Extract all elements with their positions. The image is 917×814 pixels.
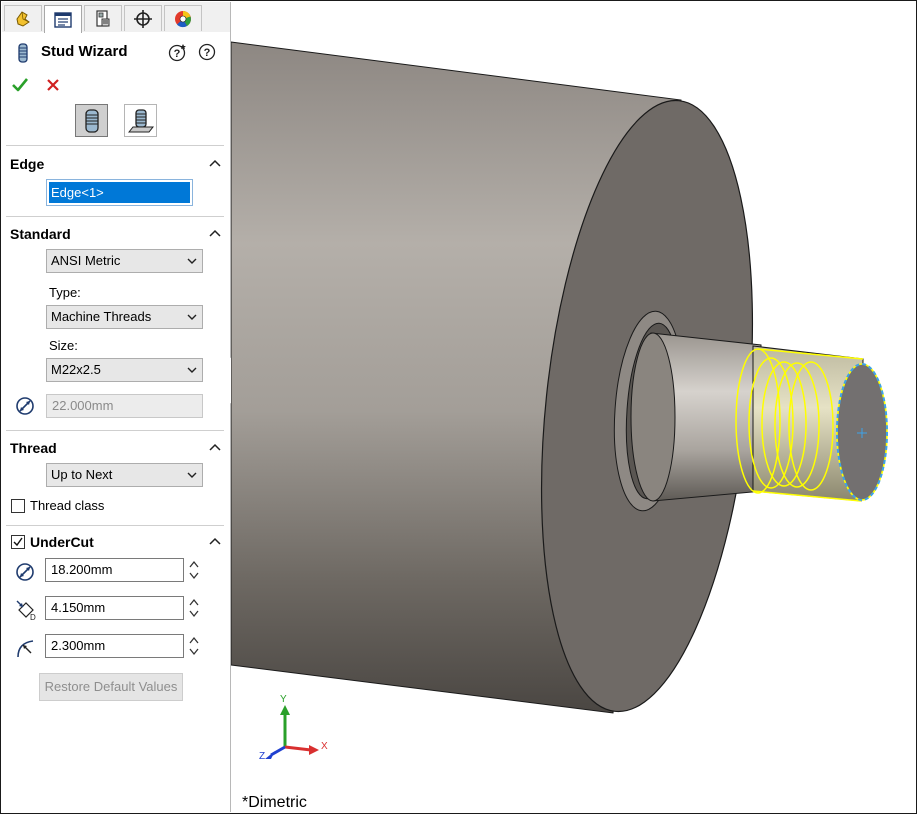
undercut-depth-spinner[interactable]	[186, 596, 202, 620]
chevron-down-icon	[187, 314, 197, 320]
chevron-down-icon	[187, 367, 197, 373]
axis-y-label: Y	[280, 694, 287, 705]
collapse-standard-icon[interactable]	[208, 228, 222, 238]
chevron-down-icon	[187, 258, 197, 264]
stud-on-edge-icon	[85, 109, 99, 133]
configurationmanager-tab[interactable]	[84, 5, 122, 31]
undercut-diameter-icon	[16, 563, 34, 581]
propertymanager-icon	[54, 11, 72, 28]
edge-selection-item[interactable]: Edge<1>	[49, 182, 190, 203]
type-dropdown[interactable]: Machine Threads	[46, 305, 203, 329]
propertymanager-tab[interactable]	[44, 5, 82, 33]
shaft-inner-face[interactable]	[630, 332, 676, 502]
size-label: Size:	[49, 338, 78, 353]
standard-section-title: Standard	[10, 226, 71, 242]
separator	[6, 216, 224, 217]
type-label: Type:	[49, 285, 81, 300]
undercut-radius-icon	[17, 640, 34, 658]
type-dropdown-value: Machine Threads	[51, 309, 152, 324]
svg-text:D: D	[30, 613, 36, 621]
checkmark-icon	[13, 537, 23, 547]
axis-z-label: Z	[259, 751, 266, 762]
standard-dropdown[interactable]: ANSI Metric	[46, 249, 203, 273]
ok-button[interactable]	[11, 77, 29, 93]
chevron-down-icon	[187, 472, 197, 478]
help-icon[interactable]: ?	[198, 43, 216, 61]
undercut-radius-spinner[interactable]	[186, 634, 202, 658]
axis-x-label: X	[321, 741, 328, 752]
graphics-area[interactable]: Y X Z *Dimetric	[231, 2, 916, 813]
cancel-button[interactable]	[46, 78, 60, 92]
featuremanager-icon	[16, 10, 30, 27]
diameter-icon	[16, 397, 34, 415]
panel-title: Stud Wizard	[41, 43, 128, 60]
thread-diameter-field: 22.000mm	[46, 394, 203, 418]
undercut-diameter-spinner[interactable]	[186, 558, 202, 582]
view-triad	[265, 705, 319, 759]
end-condition-value: Up to Next	[51, 467, 113, 482]
display-manager-tab[interactable]	[164, 5, 202, 31]
undercut-diameter-input[interactable]: 18.200mm	[45, 558, 184, 582]
app-window: Stud Wizard ? ? Edge Edge<1> Standard AN…	[0, 0, 917, 814]
collapse-thread-icon[interactable]	[208, 442, 222, 452]
separator	[6, 145, 224, 146]
stud-wizard-icon	[18, 43, 28, 63]
undercut-section-title: UnderCut	[30, 534, 94, 550]
undercut-checkbox[interactable]	[11, 535, 25, 549]
edge-section-title: Edge	[10, 156, 45, 172]
collapse-edge-icon[interactable]	[208, 158, 222, 168]
dimxpert-tab[interactable]	[124, 5, 162, 31]
undercut-radius-input[interactable]: 2.300mm	[45, 634, 184, 658]
thread-class-label: Thread class	[30, 498, 105, 513]
size-dropdown[interactable]: M22x2.5	[46, 358, 203, 382]
configurationmanager-icon	[96, 9, 110, 27]
thread-section-title: Thread	[10, 440, 57, 456]
svg-text:?: ?	[204, 47, 211, 59]
stud-on-surface-icon	[128, 109, 154, 133]
property-manager-panel: Stud Wizard ? ? Edge Edge<1> Standard AN…	[2, 2, 231, 812]
separator	[6, 430, 224, 431]
dimxpert-icon	[134, 9, 152, 28]
collapse-undercut-icon[interactable]	[208, 536, 222, 546]
featuremanager-tab[interactable]	[4, 5, 42, 31]
view-orientation-label: *Dimetric	[242, 794, 307, 811]
manager-tabs	[2, 2, 230, 33]
undercut-depth-icon: D	[16, 600, 36, 621]
thread-end-condition-dropdown[interactable]: Up to Next	[46, 463, 203, 487]
whats-new-help-icon[interactable]: ?	[168, 42, 188, 62]
stud-on-surface-button[interactable]	[124, 104, 157, 137]
thread-class-checkbox[interactable]	[11, 499, 25, 513]
display-manager-icon	[175, 10, 191, 27]
size-dropdown-value: M22x2.5	[51, 362, 101, 377]
undercut-depth-input[interactable]: 4.150mm	[45, 596, 184, 620]
separator	[6, 525, 224, 526]
edge-selection-box[interactable]: Edge<1>	[46, 179, 193, 206]
svg-text:?: ?	[174, 48, 181, 60]
standard-dropdown-value: ANSI Metric	[51, 253, 121, 268]
stud-on-edge-button[interactable]	[75, 104, 108, 137]
model-view	[231, 41, 888, 759]
restore-default-values-button[interactable]: Restore Default Values	[39, 673, 183, 701]
